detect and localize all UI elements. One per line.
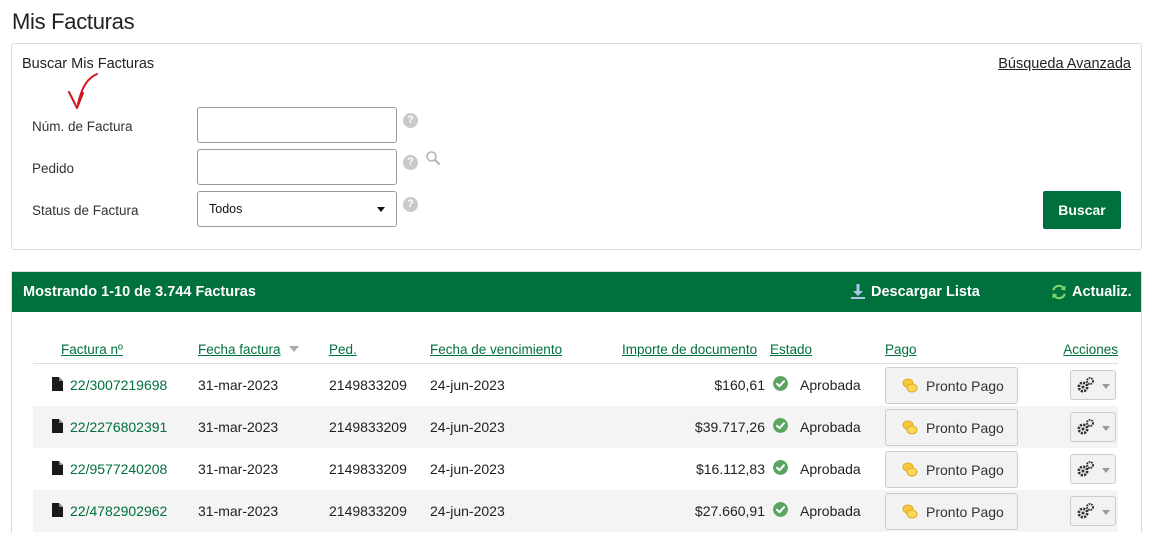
document-icon <box>52 419 63 433</box>
due-date: 24-jun-2023 <box>430 503 505 519</box>
gear-icon <box>1077 503 1094 519</box>
order-input[interactable] <box>197 149 397 185</box>
table-row: 22/4782902962 31-mar-2023 2149833209 24-… <box>33 490 1118 532</box>
download-list-button[interactable]: Descargar Lista <box>850 283 980 300</box>
col-status[interactable]: Estado <box>770 342 812 357</box>
order-number: 2149833209 <box>329 377 407 393</box>
invoice-status-select[interactable]: Todos <box>197 191 397 227</box>
due-date: 24-jun-2023 <box>430 461 505 477</box>
download-list-label: Descargar Lista <box>871 283 980 300</box>
invoice-table: Factura nº Fecha factura Ped. Fecha de v… <box>33 334 1118 532</box>
early-payment-button[interactable]: Pronto Pago <box>885 409 1018 446</box>
table-row: 22/2276802391 31-mar-2023 2149833209 24-… <box>33 406 1118 448</box>
col-order[interactable]: Ped. <box>329 342 357 357</box>
early-payment-button[interactable]: Pronto Pago <box>885 367 1018 404</box>
actions-menu-button[interactable] <box>1070 412 1116 442</box>
status-text: Aprobada <box>800 377 861 393</box>
actions-menu-button[interactable] <box>1070 370 1116 400</box>
gear-icon <box>1077 461 1094 477</box>
invoice-date: 31-mar-2023 <box>198 419 279 435</box>
download-icon <box>851 284 865 299</box>
status-text: Aprobada <box>800 461 861 477</box>
invoice-number-link[interactable]: 22/2276802391 <box>70 419 167 435</box>
invoice-number-link[interactable]: 22/3007219698 <box>70 377 167 393</box>
status-text: Aprobada <box>800 503 861 519</box>
search-button[interactable]: Buscar <box>1043 191 1121 229</box>
order-number: 2149833209 <box>329 503 407 519</box>
search-panel: Buscar Mis Facturas Búsqueda Avanzada Nú… <box>11 43 1142 250</box>
order-label: Pedido <box>32 161 75 176</box>
col-actions[interactable]: Acciones <box>1063 342 1118 357</box>
actions-menu-button[interactable] <box>1070 454 1116 484</box>
advanced-search-link[interactable]: Búsqueda Avanzada <box>998 56 1131 72</box>
invoice-date: 31-mar-2023 <box>198 461 279 477</box>
status-text: Aprobada <box>800 419 861 435</box>
gear-icon <box>1077 419 1094 435</box>
table-row: 22/9577240208 31-mar-2023 2149833209 24-… <box>33 448 1118 490</box>
col-invoice-date[interactable]: Fecha factura <box>198 342 299 357</box>
invoice-date: 31-mar-2023 <box>198 377 279 393</box>
document-icon <box>52 461 63 475</box>
refresh-label: Actualiz. <box>1072 284 1132 300</box>
result-count: Mostrando 1-10 de 3.744 Facturas <box>23 284 256 300</box>
col-due-date[interactable]: Fecha de vencimiento <box>430 342 562 357</box>
early-payment-label: Pronto Pago <box>926 461 1004 478</box>
search-icon[interactable] <box>425 150 441 166</box>
chevron-down-icon <box>1102 384 1110 389</box>
sort-desc-icon <box>288 346 299 352</box>
help-icon[interactable]: ? <box>403 113 418 128</box>
actions-menu-button[interactable] <box>1070 496 1116 526</box>
invoice-number-link[interactable]: 22/4782902962 <box>70 503 167 519</box>
list-header: Mostrando 1-10 de 3.744 Facturas Descarg… <box>12 272 1141 312</box>
due-date: 24-jun-2023 <box>430 419 505 435</box>
check-circle-icon <box>773 418 788 433</box>
early-payment-label: Pronto Pago <box>926 503 1004 520</box>
table-header-row: Factura nº Fecha factura Ped. Fecha de v… <box>33 334 1118 364</box>
search-panel-title: Buscar Mis Facturas <box>22 56 155 72</box>
coins-icon <box>902 504 918 519</box>
coins-icon <box>902 420 918 435</box>
check-circle-icon <box>773 460 788 475</box>
due-date: 24-jun-2023 <box>430 377 505 393</box>
document-icon <box>52 377 63 391</box>
col-invoice-number[interactable]: Factura nº <box>61 342 123 357</box>
coins-icon <box>902 462 918 477</box>
invoice-list-panel: Mostrando 1-10 de 3.744 Facturas Descarg… <box>11 271 1142 533</box>
help-icon[interactable]: ? <box>403 155 418 170</box>
order-number: 2149833209 <box>329 461 407 477</box>
document-amount: $39.717,26 <box>694 419 765 435</box>
invoice-status-label: Status de Factura <box>32 203 139 218</box>
check-circle-icon <box>773 502 788 517</box>
early-payment-button[interactable]: Pronto Pago <box>885 493 1018 530</box>
early-payment-label: Pronto Pago <box>926 419 1004 436</box>
order-number: 2149833209 <box>329 419 407 435</box>
invoice-number-label: Núm. de Factura <box>32 119 133 134</box>
page-title: Mis Facturas <box>12 9 135 34</box>
refresh-icon <box>1052 284 1066 300</box>
invoice-date: 31-mar-2023 <box>198 503 279 519</box>
red-arrow-annotation <box>68 73 98 109</box>
document-amount: $27.660,91 <box>694 503 765 519</box>
early-payment-label: Pronto Pago <box>926 377 1004 394</box>
chevron-down-icon <box>1102 468 1110 473</box>
early-payment-button[interactable]: Pronto Pago <box>885 451 1018 488</box>
invoice-number-input[interactable] <box>197 107 397 143</box>
document-amount: $16.112,83 <box>695 461 765 477</box>
check-circle-icon <box>773 376 788 391</box>
chevron-down-icon <box>377 207 385 212</box>
table-row: 22/3007219698 31-mar-2023 2149833209 24-… <box>33 364 1118 406</box>
chevron-down-icon <box>1102 510 1110 515</box>
refresh-button[interactable]: Actualiz. <box>1050 283 1132 301</box>
invoice-number-link[interactable]: 22/9577240208 <box>70 461 167 477</box>
chevron-down-icon <box>1102 426 1110 431</box>
col-amount[interactable]: Importe de documento <box>622 342 757 357</box>
coins-icon <box>902 378 918 393</box>
document-amount: $160,61 <box>714 377 765 393</box>
invoice-status-selected: Todos <box>209 202 243 216</box>
col-payment[interactable]: Pago <box>885 342 917 357</box>
document-icon <box>52 503 63 517</box>
gear-icon <box>1077 377 1094 393</box>
col-invoice-date-label: Fecha factura <box>198 342 281 357</box>
help-icon[interactable]: ? <box>403 197 418 212</box>
